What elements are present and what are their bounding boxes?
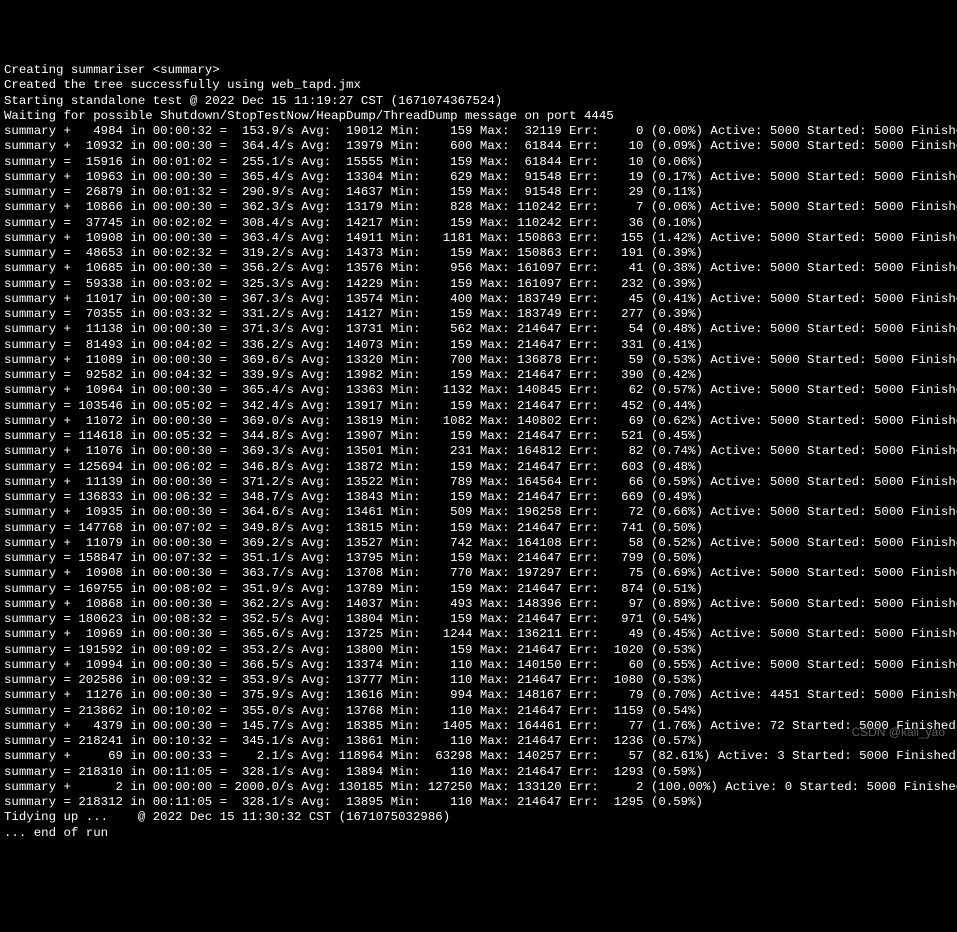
watermark: CSDN @kali_yao bbox=[851, 725, 945, 740]
terminal-output: Creating summariser <summary> Created th… bbox=[4, 63, 953, 841]
